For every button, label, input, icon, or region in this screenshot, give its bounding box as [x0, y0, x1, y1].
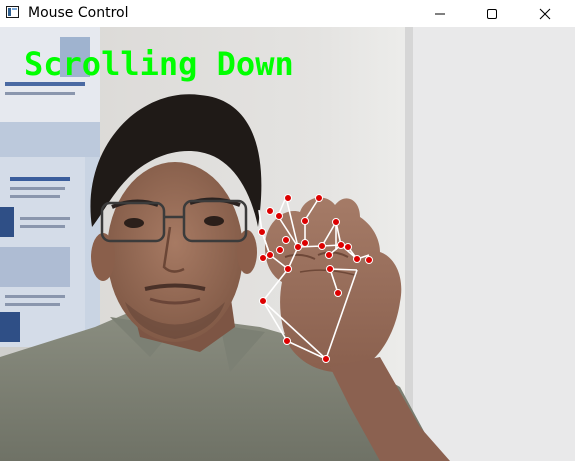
maximize-icon: [487, 8, 497, 19]
minimize-icon: [435, 13, 445, 14]
camera-feed-image: [0, 27, 575, 461]
gesture-status-text: Scrolling Down: [24, 45, 294, 83]
close-button[interactable]: [519, 0, 571, 27]
close-icon: [539, 8, 551, 19]
window-title: Mouse Control: [28, 5, 129, 21]
minimize-button[interactable]: [414, 0, 466, 27]
maximize-button[interactable]: [466, 0, 518, 27]
person-face: [107, 162, 243, 342]
app-window-icon: [6, 6, 19, 18]
mouse-control-window: Mouse Control Scrolling Down: [0, 0, 575, 461]
camera-frame: Scrolling Down: [0, 27, 575, 461]
title-bar[interactable]: Mouse Control: [0, 0, 575, 27]
